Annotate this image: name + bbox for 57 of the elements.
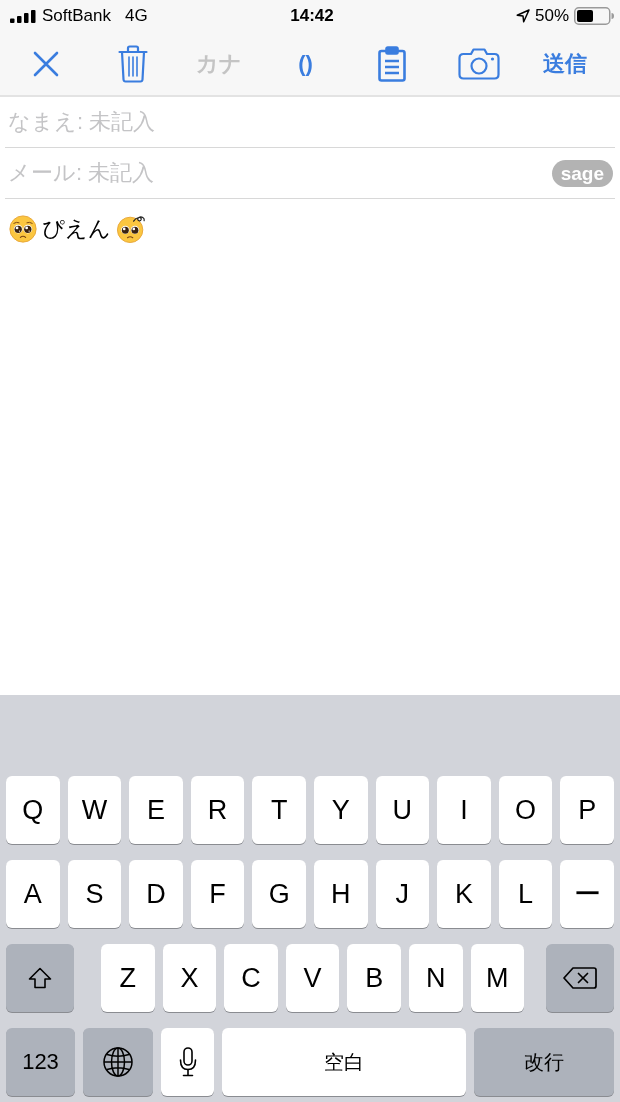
carrier-name: SoftBank [42, 6, 111, 26]
keyboard-key[interactable]: H [313, 860, 368, 928]
message-field[interactable]: ぴえん [0, 199, 620, 695]
battery-icon [574, 7, 614, 25]
clock-time: 14:42 [290, 6, 334, 26]
keyboard-key[interactable]: I [437, 776, 491, 844]
globe-icon [103, 1047, 133, 1077]
keyboard-key[interactable]: C [224, 944, 278, 1012]
keyboard-key[interactable]: ー [560, 860, 614, 928]
keyboard-key[interactable]: S [67, 860, 122, 928]
clipboard-icon [378, 45, 406, 82]
mail-field[interactable]: メール: 未記入 [5, 151, 552, 195]
signal-icon [10, 9, 36, 23]
shift-key[interactable] [6, 944, 74, 1012]
dizzy-face-icon [116, 215, 146, 243]
keyboard-key[interactable]: M [470, 944, 525, 1012]
location-arrow-icon [515, 9, 530, 23]
keyboard-key[interactable]: J [375, 860, 430, 928]
keyboard-key[interactable]: A [6, 860, 60, 928]
keyboard-key[interactable]: T [252, 776, 306, 844]
keyboard-key[interactable]: Y [313, 776, 368, 844]
keyboard-key[interactable]: E [129, 776, 183, 844]
toolbar-button[interactable]: 送信 [535, 38, 595, 89]
keyboard-key[interactable]: Q [6, 776, 60, 844]
keyboard-key[interactable]: D [129, 860, 183, 928]
trash-icon [117, 44, 148, 83]
name-field[interactable]: なまえ: 未記入 [5, 100, 615, 144]
keyboard-key[interactable]: R [190, 776, 245, 844]
keyboard-key[interactable]: Z [101, 944, 155, 1012]
microphone-key[interactable] [161, 1028, 214, 1096]
close-icon [33, 50, 59, 77]
backspace-icon [563, 967, 597, 989]
number-key[interactable]: 123 [6, 1028, 75, 1096]
battery-percent: 50% [534, 6, 569, 26]
keyboard-key[interactable]: X [162, 944, 217, 1012]
keyboard-key[interactable]: N [408, 944, 463, 1012]
microphone-icon [178, 1047, 197, 1077]
message-text: ぴえん [42, 215, 111, 243]
keyboard-key[interactable]: F [190, 860, 245, 928]
keyboard-key[interactable]: P [560, 776, 614, 844]
backspace-key[interactable] [546, 944, 614, 1012]
toolbar-button[interactable]: () [275, 38, 336, 89]
camera-icon [457, 47, 500, 80]
shift-icon [28, 967, 52, 989]
return-key[interactable]: 改行 [474, 1028, 614, 1096]
keyboard-key[interactable]: O [498, 776, 553, 844]
network-type: 4G [125, 6, 148, 26]
keyboard-key[interactable]: U [375, 776, 430, 844]
pleading-face-icon [9, 215, 37, 243]
keyboard-key[interactable]: G [252, 860, 306, 928]
space-key[interactable]: 空白 [222, 1028, 466, 1096]
keyboard-key[interactable]: L [498, 860, 553, 928]
keyboard-key[interactable]: V [285, 944, 340, 1012]
keyboard-key[interactable]: W [67, 776, 122, 844]
keyboard-key[interactable]: K [437, 860, 491, 928]
keyboard-key[interactable]: B [347, 944, 401, 1012]
globe-key[interactable] [83, 1028, 153, 1096]
